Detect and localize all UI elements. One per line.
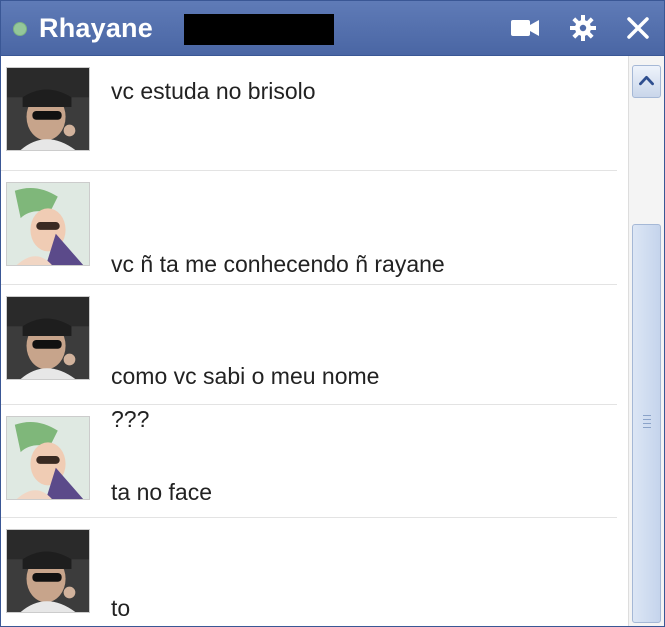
gear-icon[interactable] — [565, 11, 601, 45]
redacted-surname-block — [184, 14, 334, 45]
message-text: ta no face — [111, 479, 213, 505]
online-status-indicator — [13, 22, 27, 36]
avatar[interactable] — [6, 182, 90, 266]
message-item: vc estuda no brisolo — [1, 56, 628, 170]
scroll-grip-icon — [643, 415, 651, 429]
message-item: como vc sabi o meu nome ??? — [1, 285, 628, 432]
message-text: to — [111, 595, 131, 621]
message-item: vc ñ ta me conhecendo ñ rayane — [1, 171, 628, 285]
chevron-up-icon — [639, 75, 654, 86]
message-text: vc ñ ta me conhecendo ñ rayane — [111, 251, 445, 277]
chat-titlebar[interactable]: Rhayane — [1, 1, 664, 56]
contact-name[interactable]: Rhayane — [39, 13, 153, 43]
message-list[interactable]: vc estuda no brisolo vc ñ ta me conhecen… — [1, 56, 628, 626]
message-text: vc estuda no brisolo — [111, 78, 316, 104]
message-text: como vc sabi o meu nome — [111, 363, 380, 389]
chat-window: Rhayane vc estuda no brisolo vc ñ ta me … — [0, 0, 665, 627]
avatar[interactable] — [6, 529, 90, 613]
avatar[interactable] — [6, 67, 90, 151]
vertical-scrollbar[interactable] — [628, 56, 664, 626]
message-item: ta no face — [1, 405, 628, 519]
close-icon[interactable] — [620, 11, 656, 45]
avatar[interactable] — [6, 296, 90, 380]
avatar[interactable] — [6, 416, 90, 500]
video-camera-icon[interactable] — [507, 11, 543, 45]
message-item: to — [1, 518, 628, 626]
scroll-up-button[interactable] — [632, 65, 661, 98]
scroll-thumb[interactable] — [632, 224, 661, 623]
